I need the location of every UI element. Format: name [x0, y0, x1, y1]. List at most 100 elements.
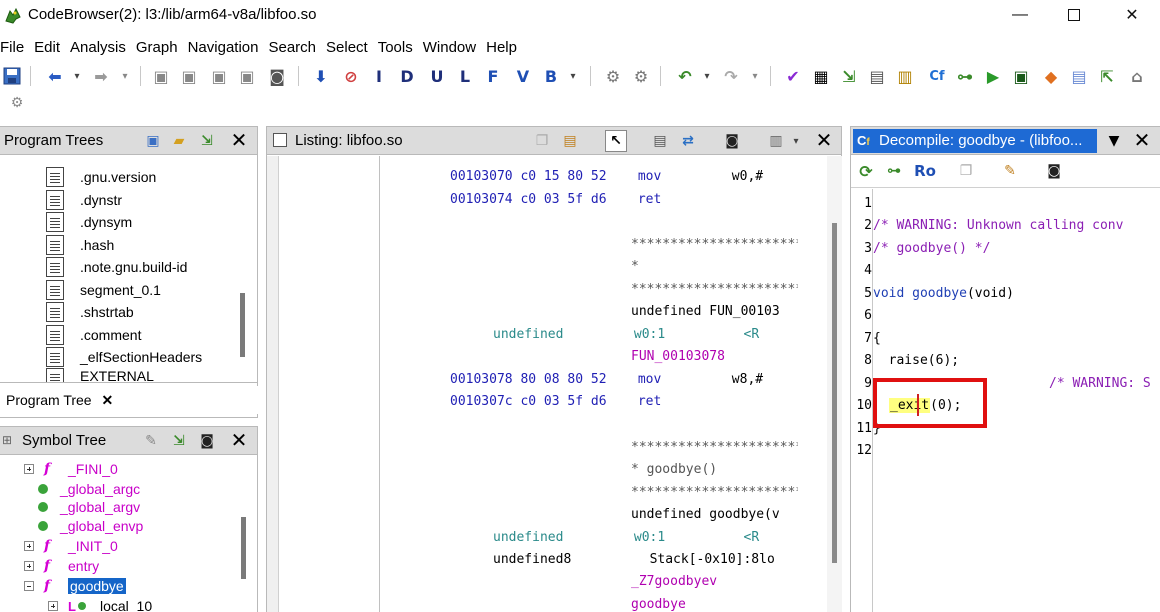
label-l-icon[interactable]: L [454, 65, 476, 87]
table-row[interactable]: 0010307c c0 03 5f d6 ret [450, 394, 661, 409]
table-row[interactable]: _Z7goodbyev [631, 574, 717, 589]
checkmark-icon[interactable]: ✔ [782, 65, 804, 87]
menu-window[interactable]: Window [420, 36, 483, 60]
list-item[interactable]: _global_argv [24, 497, 140, 517]
symbol-export-icon[interactable]: ⇲ [168, 430, 190, 452]
b-dropdown-icon[interactable]: ▾ [562, 65, 584, 87]
list-item[interactable]: .comment [46, 324, 141, 346]
redo-icon[interactable]: ↷ [720, 65, 742, 87]
expand-icon[interactable] [24, 541, 34, 551]
down-arrow-icon[interactable]: ⬇ [310, 65, 332, 87]
clear-code-icon[interactable]: ⊘ [340, 65, 362, 87]
menu-tools[interactable]: Tools [375, 36, 420, 60]
diamond-icon[interactable]: ◆ [1040, 65, 1062, 87]
run-icon[interactable]: ▶ [982, 65, 1004, 87]
close-icon[interactable]: ✕ [1131, 128, 1153, 152]
list-item[interactable]: .gnu.version [46, 166, 156, 188]
bytes-viewer-icon[interactable]: ▦ [810, 65, 832, 87]
list-item[interactable]: .dynstr [46, 189, 122, 211]
gears-small-icon[interactable]: ⚙ [6, 92, 28, 114]
menu-search[interactable]: Search [265, 36, 323, 60]
list-item[interactable]: f _INIT_0 [24, 536, 118, 556]
back-arrow-icon[interactable]: ⬅ [44, 65, 66, 87]
nav-undefined-icon[interactable]: ◙ [266, 65, 288, 87]
table-row[interactable]: 00103078 80 08 80 52 mov w8,# [450, 372, 763, 387]
undo-dropdown-icon[interactable]: ▾ [696, 65, 718, 87]
code-line[interactable]: { [873, 331, 881, 346]
maximize-button[interactable] [1046, 0, 1102, 30]
tree-icon[interactable]: ⌂ [1126, 65, 1148, 87]
snapshot-icon[interactable]: ◙ [1043, 160, 1065, 182]
scrollbar-thumb[interactable] [241, 517, 246, 579]
readonly-ro-icon[interactable]: Ro [911, 160, 939, 182]
list-item[interactable]: f _FINI_0 [24, 459, 118, 479]
close-icon[interactable]: ✕ [228, 128, 250, 152]
expand-icon[interactable] [24, 561, 34, 571]
memory-map-icon[interactable]: ▤ [866, 65, 888, 87]
menu-edit[interactable]: Edit [31, 36, 67, 60]
new-tree-icon[interactable]: ▣ [142, 130, 164, 152]
collapse-icon[interactable] [24, 581, 34, 591]
scrollbar-thumb[interactable] [832, 223, 837, 563]
menu-analysis[interactable]: Analysis [67, 36, 133, 60]
table-row[interactable]: FUN_00103078 [631, 349, 725, 364]
snapshot-icon[interactable]: ◙ [196, 430, 218, 452]
cursor-select-icon[interactable]: ↖ [605, 130, 627, 152]
menu-navigation[interactable]: Navigation [185, 36, 266, 60]
list-item[interactable]: .hash [46, 234, 114, 256]
function-f-icon[interactable]: F [482, 65, 504, 87]
open-folder-icon[interactable]: ▰ [168, 130, 190, 152]
code-line[interactable]: /* WARNING: Unknown calling conv [873, 218, 1123, 233]
undefine-u-icon[interactable]: U [426, 65, 448, 87]
decompiler-cf-icon[interactable]: Cf [926, 65, 948, 87]
gears2-icon[interactable]: ⚙ [630, 65, 652, 87]
snapshot-icon[interactable]: ◙ [721, 130, 743, 152]
nav-next-instr-icon[interactable]: ▣ [236, 65, 258, 87]
layout-dropdown-icon[interactable]: ▾ [785, 130, 807, 152]
list-item[interactable]: f goodbye [24, 576, 126, 596]
close-icon[interactable]: ✕ [101, 392, 113, 408]
table-row[interactable]: undefined w0:1 <R [493, 530, 759, 545]
symbol-edit-icon[interactable]: ✎ [140, 430, 162, 452]
list-item[interactable]: .note.gnu.build-id [46, 256, 187, 278]
scrollbar-thumb[interactable] [240, 293, 245, 357]
table-row[interactable]: undefined w0:1 <R [493, 327, 759, 342]
list-item[interactable]: .dynsym [46, 211, 132, 233]
code-line[interactable]: /* goodbye() */ [873, 241, 990, 256]
code-line[interactable]: /* WARNING: S [1049, 376, 1151, 391]
forward-arrow-icon[interactable]: ➡ [90, 65, 112, 87]
decompile-menu-dropdown-icon[interactable]: ▼ [1103, 130, 1125, 152]
data-types-icon[interactable]: ▥ [894, 65, 916, 87]
nav-prev-instr-icon[interactable]: ▣ [208, 65, 230, 87]
format-icon[interactable]: ▤ [649, 130, 671, 152]
code-line[interactable]: raise(6); [873, 353, 959, 368]
code-line[interactable]: void goodbye(void) [873, 286, 1014, 301]
list-item[interactable]: Llocal_10 [48, 596, 152, 612]
data-d-icon[interactable]: D [396, 65, 418, 87]
menu-select[interactable]: Select [323, 36, 375, 60]
menu-help[interactable]: Help [483, 36, 524, 60]
close-icon[interactable]: ✕ [228, 428, 250, 452]
expand-icon[interactable] [48, 601, 58, 611]
copy-icon[interactable]: ❐ [955, 160, 977, 182]
table-row[interactable]: goodbye [631, 597, 686, 612]
bytes-b-icon[interactable]: B [540, 65, 562, 87]
paste-icon[interactable]: ▤ [559, 130, 581, 152]
close-window-button[interactable]: ✕ [1104, 0, 1160, 30]
minimize-button[interactable]: — [992, 0, 1048, 30]
expand-icon[interactable] [24, 464, 34, 474]
nav-prev-data-icon[interactable]: ▣ [150, 65, 172, 87]
menu-graph[interactable]: Graph [133, 36, 185, 60]
import-icon[interactable]: ⇱ [1096, 65, 1118, 87]
disassemble-i-icon[interactable]: I [368, 65, 390, 87]
tree-export-icon[interactable]: ⇲ [196, 130, 218, 152]
list-item[interactable]: _global_envp [24, 516, 143, 536]
menu-file[interactable]: File [0, 36, 31, 60]
close-icon[interactable]: ✕ [813, 128, 835, 152]
export-icon[interactable]: ⇲ [838, 65, 860, 87]
function-graph-icon[interactable]: ⊶ [954, 65, 976, 87]
gears-icon[interactable]: ⚙ [602, 65, 624, 87]
table-row[interactable]: undefined FUN_00103 [631, 304, 780, 319]
list-item[interactable]: segment_0.1 [46, 279, 161, 301]
list-item[interactable]: EXTERNAL [46, 368, 154, 382]
